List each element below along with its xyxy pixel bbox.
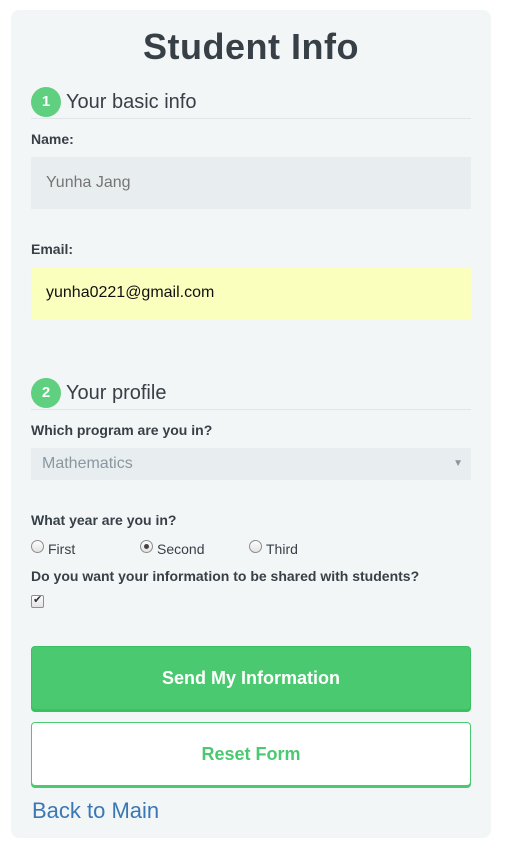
- step-number-1: 1: [31, 87, 61, 117]
- name-input[interactable]: [31, 157, 471, 209]
- back-to-main-link[interactable]: Back to Main: [32, 798, 159, 824]
- year-option-label-second: Second: [157, 541, 205, 557]
- dropdown-arrow-icon: ▼: [453, 458, 463, 469]
- radio-button-second[interactable]: [140, 540, 153, 553]
- section-basic-info: 1 Your basic info: [31, 87, 471, 119]
- reset-form-button[interactable]: Reset Form: [31, 722, 471, 786]
- name-label: Name:: [31, 131, 74, 147]
- page-title: Student Info: [143, 26, 359, 67]
- step-number-2: 2: [31, 378, 61, 408]
- send-information-button[interactable]: Send My Information: [31, 646, 471, 710]
- year-option-label-third: Third: [266, 541, 298, 557]
- section-title-basic-info: Your basic info: [66, 91, 197, 113]
- year-option-label-first: First: [48, 541, 76, 557]
- program-selected-value: Mathematics: [42, 455, 133, 472]
- program-label: Which program are you in?: [31, 422, 213, 438]
- program-select[interactable]: Mathematics ▼: [31, 448, 471, 480]
- section-title-profile: Your profile: [66, 382, 167, 404]
- section-profile: 2 Your profile: [31, 378, 471, 410]
- share-checkbox[interactable]: ✔: [31, 594, 44, 608]
- share-label: Do you want your information to be share…: [31, 568, 420, 584]
- email-label: Email:: [31, 241, 74, 257]
- checkmark-icon: ✔: [33, 594, 43, 606]
- email-input[interactable]: [31, 267, 471, 319]
- year-label: What year are you in?: [31, 512, 177, 528]
- year-radio-group: First Second Third: [31, 540, 471, 558]
- radio-button-third[interactable]: [249, 540, 262, 553]
- student-info-form: Student Info 1 Your basic info Name: Ema…: [11, 10, 491, 838]
- radio-button-first[interactable]: [31, 540, 44, 553]
